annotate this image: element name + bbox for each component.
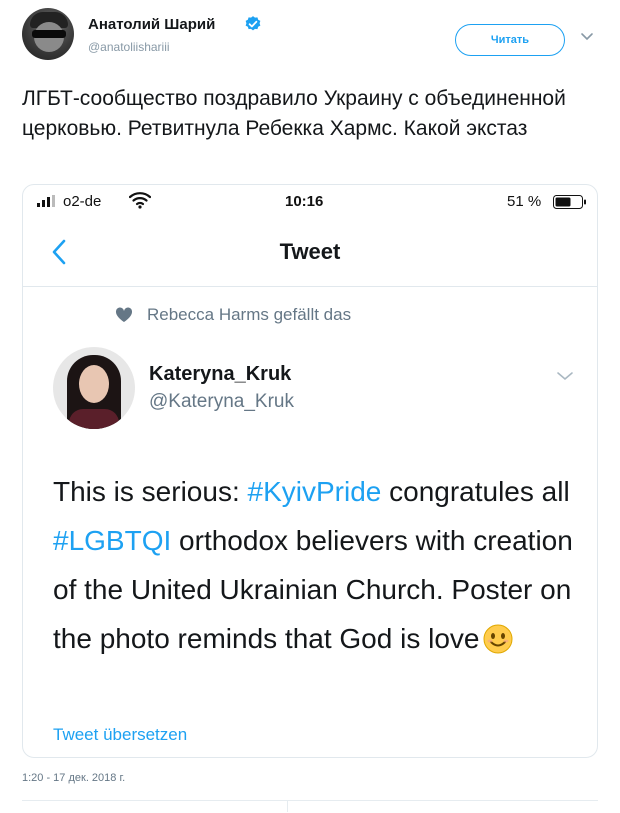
- text-segment: This is serious:: [53, 476, 248, 507]
- divider: [287, 800, 288, 812]
- avatar-clothing: [69, 409, 119, 429]
- inner-author-name[interactable]: Kateryna_Kruk: [149, 363, 291, 386]
- verified-badge-icon: [245, 16, 261, 31]
- avatar-glasses: [32, 30, 66, 38]
- text-segment: congratules all: [381, 476, 570, 507]
- nav-bar: Tweet: [23, 219, 597, 287]
- hashtag-kyivpride[interactable]: #KyivPride: [248, 476, 382, 507]
- social-context: Rebecca Harms gefällt das: [23, 301, 597, 331]
- author-avatar[interactable]: [22, 8, 74, 60]
- heart-icon: [115, 307, 133, 322]
- carrier-label: o2-de: [63, 193, 102, 210]
- tweet-text: ЛГБТ-сообщество поздравило Украину с объ…: [22, 87, 566, 140]
- status-time: 10:16: [285, 193, 324, 210]
- battery-icon: [553, 195, 586, 209]
- smiling-face-icon: [483, 624, 513, 654]
- status-bar: o2-de 10:16 51 %: [23, 185, 597, 219]
- embedded-screenshot: o2-de 10:16 51 % Tweet Rebecca Harms gef…: [22, 184, 598, 758]
- hashtag-lgbtqi[interactable]: #LGBTQI: [53, 525, 171, 556]
- inner-tweet-text: This is serious: #KyivPride congratules …: [53, 467, 583, 663]
- signal-strength-icon: [37, 195, 55, 207]
- inner-author-handle[interactable]: @Kateryna_Kruk: [149, 391, 294, 413]
- liked-by-text: Rebecca Harms gefällt das: [147, 305, 352, 324]
- divider: [22, 800, 598, 801]
- chevron-down-icon[interactable]: [580, 32, 594, 42]
- nav-title: Tweet: [279, 239, 341, 264]
- wifi-icon: [129, 192, 151, 209]
- follow-button[interactable]: Читать: [455, 24, 565, 56]
- chevron-down-icon[interactable]: [556, 371, 574, 381]
- battery-percent: 51 %: [507, 193, 542, 210]
- author-handle[interactable]: @anatoliishariii: [88, 40, 170, 54]
- author-name[interactable]: Анатолий Шарий: [88, 16, 215, 33]
- avatar-face: [79, 365, 109, 403]
- translate-tweet-link[interactable]: Tweet übersetzen: [53, 725, 187, 745]
- inner-author-avatar[interactable]: [53, 347, 135, 429]
- tweet-timestamp[interactable]: 1:20 - 17 дек. 2018 г.: [22, 772, 125, 784]
